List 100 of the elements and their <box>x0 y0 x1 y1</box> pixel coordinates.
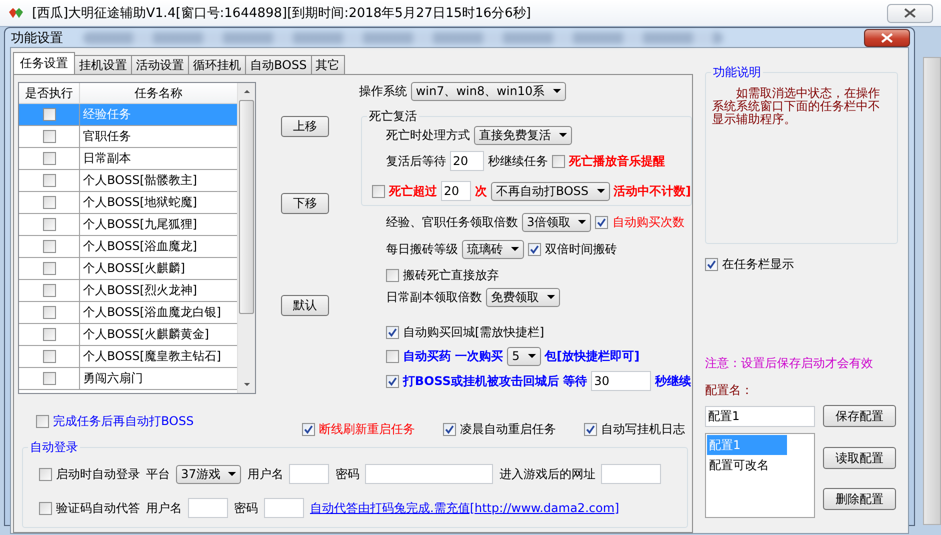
input-field[interactable]: 20 <box>450 151 484 171</box>
task-row[interactable]: 个人BOSS[浴血魔龙白银] <box>19 302 237 324</box>
checkbox[interactable] <box>42 262 56 275</box>
checkbox[interactable] <box>42 196 56 209</box>
checkbox[interactable] <box>42 284 56 297</box>
input-field[interactable] <box>289 464 330 484</box>
tab[interactable]: 循环挂机 <box>188 55 246 74</box>
notice-text: 注意：设置后保存启动才会有效 <box>705 355 874 372</box>
checkbox[interactable] <box>595 216 608 228</box>
dropdown[interactable]: 3倍领取 <box>522 212 592 232</box>
caret-icon <box>510 247 519 251</box>
checkbox-label[interactable]: 自动购买回城[需放快捷栏] <box>402 324 544 340</box>
checkbox-label[interactable]: 断线刷新重启任务 <box>319 421 415 438</box>
move-button[interactable]: 下移 <box>281 193 329 214</box>
checkbox[interactable] <box>39 468 52 480</box>
dropdown[interactable]: 不再自动打BOSS <box>490 182 610 200</box>
column-header[interactable]: 是否执行 <box>19 83 80 103</box>
checkbox[interactable] <box>302 423 315 436</box>
checkbox[interactable] <box>528 242 541 256</box>
label: 活动中不计数] <box>614 182 691 200</box>
checkbox-label[interactable]: 启动时自动登录 <box>56 466 140 482</box>
checkbox-label[interactable]: 死亡播放音乐提醒 <box>568 152 665 170</box>
input-field[interactable] <box>264 498 304 518</box>
checkbox-label[interactable]: 凌晨自动重启任务 <box>460 421 556 438</box>
task-row[interactable]: 个人BOSS[九尾狐狸] <box>19 214 237 236</box>
checkbox[interactable] <box>42 218 56 231</box>
info-text: 如需取消选中状态，在操作系统系统窗口下面的任务栏中不显示辅助程序。 <box>712 87 881 126</box>
checkbox[interactable] <box>36 415 49 428</box>
dropdown[interactable]: 琉璃砖 <box>462 240 524 258</box>
checkbox[interactable] <box>42 108 56 121</box>
checkbox[interactable] <box>42 240 56 253</box>
input-field[interactable] <box>365 464 494 484</box>
task-row[interactable]: 官职任务 <box>19 126 237 148</box>
load-config-button[interactable]: 读取配置 <box>823 447 896 469</box>
task-row[interactable]: 个人BOSS[烈火龙神] <box>19 280 237 302</box>
task-row[interactable]: 勇闯六扇门 <box>19 368 237 390</box>
task-row[interactable]: 个人BOSS[浴血魔龙] <box>19 236 237 258</box>
checkbox[interactable] <box>386 350 399 362</box>
checkbox-label[interactable]: 完成任务后再自动打BOSS <box>53 413 194 430</box>
task-row[interactable]: 个人BOSS[魔皇教主钻石] <box>19 346 237 368</box>
tab[interactable]: 其它 <box>310 55 345 74</box>
checkbox[interactable] <box>386 326 399 338</box>
task-row[interactable]: 个人BOSS[火麒麟] <box>19 258 237 280</box>
label: 复活后等待 <box>386 152 446 170</box>
checkbox[interactable] <box>42 328 56 341</box>
checkbox[interactable] <box>386 374 399 388</box>
dropdown[interactable]: 免费领取 <box>486 288 560 306</box>
dropdown[interactable]: win7、win8、win10系 <box>410 82 566 100</box>
input-field[interactable]: 20 <box>440 181 471 201</box>
checkbox[interactable] <box>39 502 52 514</box>
task-row[interactable]: 个人BOSS[地狱蛇魔] <box>19 192 237 214</box>
label: 每日搬砖等级 <box>386 240 458 258</box>
checkbox[interactable] <box>42 306 56 319</box>
input-field[interactable]: 30 <box>591 371 652 391</box>
input-field[interactable] <box>188 498 228 518</box>
delete-config-button[interactable]: 删除配置 <box>823 488 896 510</box>
task-row[interactable]: 个人BOSS[骷髅教主] <box>19 170 237 192</box>
checkbox-label[interactable]: 自动买药 一次购买 <box>402 348 503 364</box>
dropdown[interactable]: 37游戏 <box>176 464 242 484</box>
move-button[interactable]: 上移 <box>281 116 329 137</box>
input-field[interactable] <box>601 464 662 484</box>
checkbox[interactable] <box>42 174 56 187</box>
tab[interactable]: 任务设置 <box>13 52 75 74</box>
close-button[interactable] <box>864 29 910 47</box>
dropdown[interactable]: 直接免费复活 <box>474 126 572 144</box>
column-header[interactable]: 任务名称 <box>80 83 237 103</box>
config-name-field[interactable]: 配置1 <box>705 406 815 426</box>
table-cell-text: 经验任务 <box>82 106 132 123</box>
task-row[interactable]: 个人BOSS[火麒麟黄金] <box>19 324 237 346</box>
tab[interactable]: 自动BOSS <box>245 55 312 74</box>
tab[interactable]: 挂机设置 <box>74 55 132 74</box>
save-config-button[interactable]: 保存配置 <box>823 405 896 427</box>
checkbox[interactable] <box>372 184 385 198</box>
checkbox[interactable] <box>386 268 399 282</box>
link[interactable]: 自动代答由打码兔完成.需充值[http://www.dama2.com] <box>310 500 620 516</box>
table-cell-text: 勇闯六扇门 <box>82 370 144 387</box>
checkbox-label[interactable]: 在任务栏显示 <box>722 256 794 273</box>
checkbox-label[interactable]: 双倍时间搬砖 <box>544 240 617 258</box>
tab[interactable]: 活动设置 <box>131 55 189 74</box>
list-item[interactable]: 配置可改名 <box>707 455 787 475</box>
checkbox[interactable] <box>42 350 56 363</box>
checkbox[interactable] <box>443 423 456 436</box>
checkbox[interactable] <box>552 154 565 168</box>
checkbox-label[interactable]: 搬砖死亡直接放弃 <box>402 266 499 284</box>
checkbox[interactable] <box>584 423 597 436</box>
checkbox-label[interactable]: 自动购买次数 <box>612 214 684 230</box>
checkbox[interactable] <box>42 152 56 165</box>
checkbox[interactable] <box>705 258 718 271</box>
close-button[interactable] <box>887 4 933 22</box>
task-row[interactable]: 日常副本 <box>19 148 237 170</box>
checkbox[interactable] <box>42 372 56 385</box>
checkbox-label[interactable]: 自动写挂机日志 <box>601 421 685 438</box>
checkbox-label[interactable]: 验证码自动代答 <box>56 500 140 516</box>
checkbox-label[interactable]: 打BOSS或挂机被攻击回城后 等待 <box>402 372 588 390</box>
move-button[interactable]: 默认 <box>281 295 329 316</box>
checkbox[interactable] <box>42 130 56 143</box>
scrollbar[interactable] <box>237 83 255 393</box>
label: 进入游戏后的网址 <box>499 466 596 482</box>
dropdown[interactable]: 5 <box>507 346 541 366</box>
table-cell-text: 个人BOSS[火麒麟黄金] <box>82 326 210 343</box>
